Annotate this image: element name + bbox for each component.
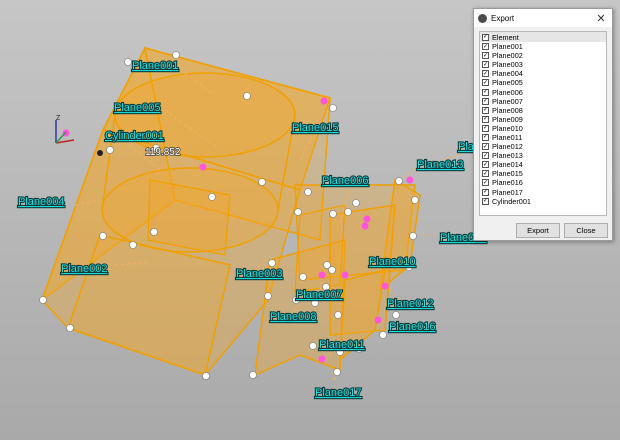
checkbox-checked-icon[interactable]: ✓	[482, 124, 489, 132]
list-item[interactable]: ✓ Plane014	[480, 160, 606, 169]
label-plane004: Plane004	[18, 196, 65, 208]
label-plane003: Plane003	[236, 268, 283, 280]
label-plane011: Plane011	[319, 339, 365, 351]
checkbox-checked-icon[interactable]: ✓	[482, 161, 489, 169]
list-item[interactable]: ✓ Plane002	[480, 51, 606, 60]
measure-marker-icon	[97, 150, 103, 156]
list-item[interactable]: ✓ Plane009	[480, 115, 606, 124]
list-item-label: Plane011	[492, 132, 523, 142]
checkbox-checked-icon[interactable]: ✓	[482, 115, 489, 123]
list-item[interactable]: ✓ Plane015	[480, 169, 606, 178]
list-item-label: Plane017	[492, 187, 523, 197]
checkbox-checked-icon[interactable]: ✓	[482, 188, 489, 196]
checkbox-checked-icon[interactable]: ✓	[482, 143, 489, 151]
list-item[interactable]: ✓ Plane006	[480, 87, 606, 97]
list-item[interactable]: ✓ Cylinder001	[480, 197, 606, 206]
export-dialog: Export ✕ ✓ Element ✓ Plane001 ✓ Plane002 ✓…	[473, 8, 613, 241]
label-cylinder001: Cylinder001	[105, 130, 164, 142]
list-item-label: Cylinder001	[492, 196, 531, 206]
close-icon[interactable]: ✕	[590, 9, 612, 27]
list-item[interactable]: ✓ Plane003	[480, 60, 606, 69]
close-button[interactable]: Close	[564, 223, 608, 238]
axis-z-label: Z	[56, 115, 61, 122]
app-logo-icon	[478, 13, 487, 23]
element-list[interactable]: ✓ Element ✓ Plane001 ✓ Plane002 ✓ Plane003 …	[479, 31, 607, 216]
list-item-label: Plane007	[492, 96, 523, 106]
list-item-label: Plane006	[492, 87, 523, 97]
label-plane010: Plane010	[369, 256, 416, 268]
checkbox-checked-icon[interactable]: ✓	[482, 43, 489, 51]
axis-gizmo: Z	[55, 115, 75, 144]
list-item[interactable]: ✓ Plane013	[480, 151, 606, 160]
list-item[interactable]: ✓ Plane007	[480, 97, 606, 106]
checkbox-checked-icon[interactable]: ✓	[482, 33, 489, 41]
checkbox-checked-icon[interactable]: ✓	[482, 70, 489, 78]
checkbox-checked-icon[interactable]: ✓	[482, 179, 489, 187]
list-item-label: Plane009	[492, 114, 523, 124]
list-item-label: Plane012	[492, 142, 523, 152]
list-item[interactable]: ✓ Plane016	[480, 178, 606, 187]
checkbox-checked-icon[interactable]: ✓	[482, 152, 489, 160]
list-item-label: Plane013	[492, 151, 523, 161]
list-item-label: Plane005	[492, 78, 523, 88]
checkbox-checked-icon[interactable]: ✓	[482, 79, 489, 87]
checkbox-checked-icon[interactable]: ✓	[482, 97, 489, 105]
list-item[interactable]: ✓ Plane011	[480, 133, 606, 142]
label-plane006: Plane006	[322, 175, 369, 187]
label-plane017: Plane017	[315, 387, 362, 399]
label-plane001: Plane001	[132, 60, 179, 72]
checkbox-checked-icon[interactable]: ✓	[482, 133, 489, 141]
checkbox-checked-icon[interactable]: ✓	[482, 106, 489, 114]
list-item[interactable]: ✓ Plane010	[480, 124, 606, 133]
label-plane002: Plane002	[61, 263, 108, 275]
list-item[interactable]: ✓ Plane005	[480, 78, 606, 87]
label-plane013: Plane013	[417, 159, 464, 171]
list-item-label: Plane004	[492, 69, 523, 79]
label-plane015: Plane015	[292, 122, 339, 134]
list-item-label: Plane015	[492, 169, 523, 179]
cylinder-top[interactable]	[114, 72, 296, 158]
checkbox-checked-icon[interactable]: ✓	[482, 61, 489, 69]
label-plane008: Plane008	[270, 311, 317, 323]
list-header-label: Element	[492, 32, 519, 42]
list-header[interactable]: ✓ Element	[480, 32, 606, 42]
checkbox-checked-icon[interactable]: ✓	[482, 88, 489, 96]
list-item-label: Plane001	[492, 42, 523, 52]
list-item[interactable]: ✓ Plane008	[480, 106, 606, 115]
label-plane005: Plane005	[114, 102, 161, 114]
checkbox-checked-icon[interactable]: ✓	[482, 170, 489, 178]
dialog-title: Export	[491, 13, 515, 23]
list-item[interactable]: ✓ Plane012	[480, 142, 606, 151]
label-plane016: Plane016	[389, 321, 436, 333]
list-item[interactable]: ✓ Plane004	[480, 69, 606, 78]
list-item-label: Plane014	[492, 160, 523, 170]
checkbox-checked-icon[interactable]: ✓	[482, 197, 489, 205]
checkbox-checked-icon[interactable]: ✓	[482, 52, 489, 60]
label-plane012: Plane012	[387, 298, 434, 310]
list-item-label: Plane008	[492, 105, 523, 115]
dialog-titlebar[interactable]: Export ✕	[474, 9, 612, 27]
list-item[interactable]: ✓ Plane017	[480, 188, 606, 197]
list-item-label: Plane003	[492, 60, 523, 70]
list-item-label: Plane002	[492, 51, 523, 61]
list-item[interactable]: ✓ Plane001	[480, 42, 606, 51]
label-plane007: Plane007	[296, 289, 343, 301]
export-button[interactable]: Export	[516, 223, 560, 238]
list-item-label: Plane010	[492, 123, 523, 133]
list-item-label: Plane016	[492, 178, 523, 188]
measurement-value: 119.852	[145, 147, 181, 158]
